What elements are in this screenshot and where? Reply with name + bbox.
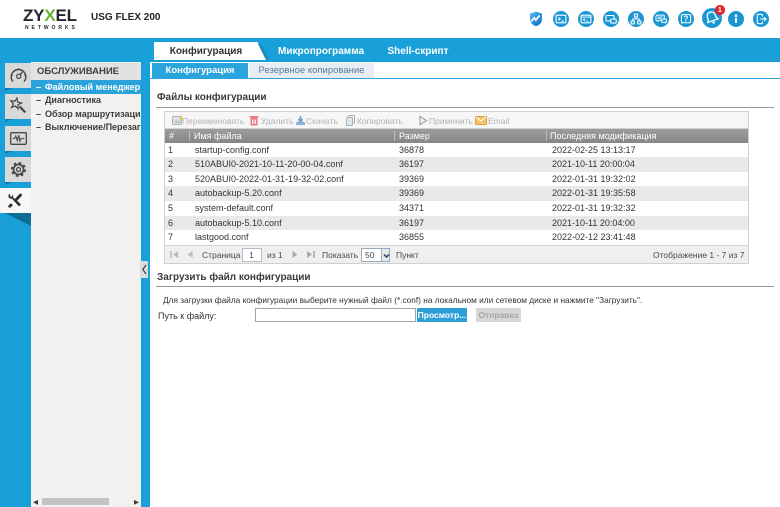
svg-text:?: ?: [684, 14, 689, 23]
